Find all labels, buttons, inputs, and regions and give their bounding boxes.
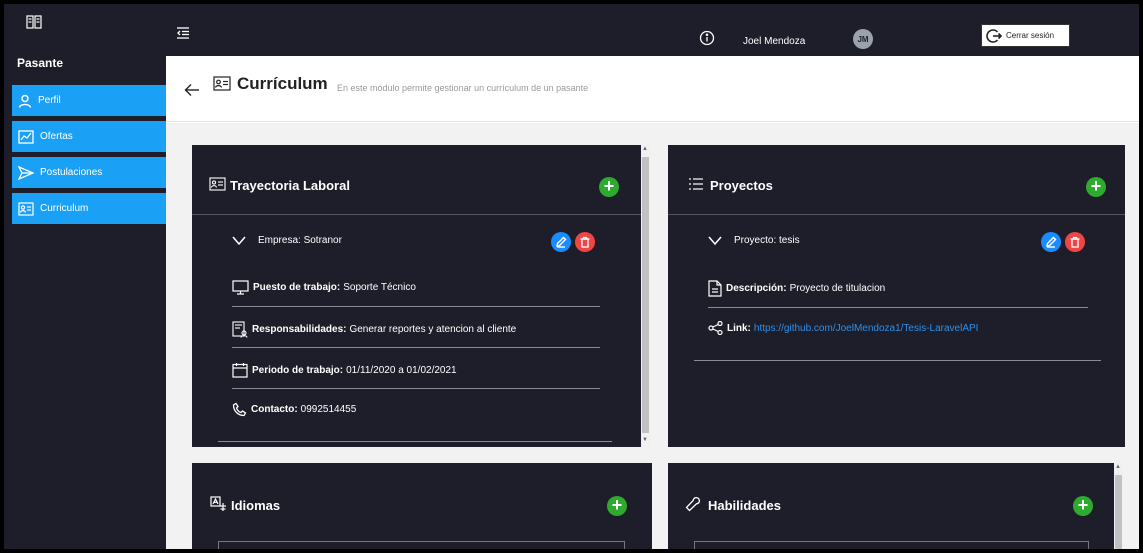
back-arrow-icon[interactable]	[184, 83, 200, 97]
inner-panel	[218, 541, 625, 549]
info-icon[interactable]	[699, 30, 715, 46]
sidebar-item-curriculum[interactable]: Curriculum	[12, 193, 166, 224]
page-subtitle: En este módulo permite gestionar un curr…	[337, 83, 589, 93]
card-title: Proyectos	[710, 178, 773, 193]
scrollbar[interactable]: ▲ ▼	[641, 145, 650, 447]
phone-icon	[232, 402, 247, 417]
logout-button[interactable]: Cerrar sesión	[981, 24, 1070, 47]
app-frame: Pasante Perfil Ofertas Postulaciones Cur…	[0, 0, 1143, 553]
sidebar-item-label: Perfil	[38, 95, 61, 106]
trash-icon	[580, 236, 590, 248]
edit-button[interactable]	[551, 232, 571, 252]
wrench-icon	[685, 496, 701, 512]
card-idiomas: Idiomas +	[192, 463, 652, 549]
field-contacto: Contacto: 0992514455	[232, 402, 356, 417]
field-puesto: Puesto de trabajo: Soporte Técnico	[232, 280, 416, 295]
add-proyecto-button[interactable]: +	[1086, 177, 1106, 197]
divider	[232, 306, 600, 307]
send-icon	[18, 165, 34, 180]
card-title: Trayectoria Laboral	[230, 178, 350, 193]
sidebar-item-ofertas[interactable]: Ofertas	[12, 121, 166, 152]
share-icon	[708, 321, 723, 335]
id-card-icon	[209, 177, 226, 191]
card-proyectos: Proyectos + Proyecto: tesis Descripción:…	[668, 145, 1125, 447]
entry-label: Empresa: Sotranor	[258, 235, 342, 246]
chart-icon	[18, 129, 34, 144]
id-card-icon	[213, 76, 231, 91]
list-icon	[689, 178, 703, 190]
sidebar-item-perfil[interactable]: Perfil	[12, 85, 166, 116]
tasks-icon	[232, 321, 248, 338]
divider	[218, 441, 612, 442]
field-descripcion: Descripción: Proyecto de titulacion	[708, 280, 885, 297]
avatar[interactable]: JM	[853, 29, 873, 49]
project-link[interactable]: https://github.com/JoelMendoza1/Tesis-La…	[754, 323, 979, 334]
edit-button[interactable]	[1041, 232, 1061, 252]
sidebar: Pasante Perfil Ofertas Postulaciones Cur…	[4, 4, 166, 549]
scroll-down-arrow[interactable]: ▼	[642, 437, 648, 443]
divider	[708, 307, 1088, 308]
chevron-down-icon	[232, 236, 246, 245]
calendar-icon	[232, 363, 248, 378]
sidebar-item-label: Ofertas	[40, 131, 73, 142]
card-header: Trayectoria Laboral +	[192, 145, 641, 215]
translate-icon	[210, 496, 226, 511]
expand-row[interactable]: Proyecto: tesis	[708, 235, 800, 246]
scroll-up-arrow[interactable]: ▲	[642, 146, 648, 152]
sidebar-title: Pasante	[17, 56, 64, 70]
person-icon	[18, 94, 32, 108]
sidebar-item-label: Postulaciones	[40, 167, 103, 178]
scrollbar-thumb[interactable]	[1115, 475, 1122, 549]
document-icon	[708, 280, 722, 297]
scrollbar-thumb[interactable]	[642, 157, 649, 433]
sidebar-item-postulaciones[interactable]: Postulaciones	[12, 157, 166, 188]
divider	[232, 347, 600, 348]
monitor-icon	[232, 280, 249, 295]
logout-icon	[986, 28, 1002, 43]
logout-label: Cerrar sesión	[1006, 31, 1055, 40]
card-header: Proyectos +	[668, 145, 1125, 215]
chevron-down-icon	[708, 236, 722, 245]
entry-label: Proyecto: tesis	[734, 235, 800, 246]
scroll-up-arrow[interactable]: ▲	[1115, 464, 1121, 470]
field-link: Link: https://github.com/JoelMendoza1/Te…	[708, 321, 978, 335]
divider	[232, 388, 600, 389]
user-name: Joel Mendoza	[743, 36, 806, 47]
pencil-icon	[556, 236, 567, 248]
sidebar-item-label: Curriculum	[40, 203, 89, 214]
expand-row[interactable]: Empresa: Sotranor	[232, 235, 342, 246]
add-habilidad-button[interactable]: +	[1073, 496, 1093, 516]
page-title: Currículum	[237, 74, 328, 93]
divider	[694, 360, 1101, 361]
delete-button[interactable]	[575, 232, 595, 252]
field-responsabilidades: Responsabilidades: Generar reportes y at…	[232, 321, 516, 338]
delete-button[interactable]	[1065, 232, 1085, 252]
card-title: Habilidades	[708, 498, 781, 513]
id-card-icon	[18, 201, 34, 216]
book-icon	[26, 15, 42, 29]
add-idioma-button[interactable]: +	[607, 496, 627, 516]
card-habilidades: Habilidades +	[668, 463, 1114, 549]
trash-icon	[1070, 236, 1080, 248]
menu-collapse-icon[interactable]	[176, 26, 190, 40]
add-trayectoria-button[interactable]: +	[599, 177, 619, 197]
card-trayectoria-laboral: Trayectoria Laboral + Empresa: Sotranor …	[192, 145, 641, 447]
field-periodo: Periodo de trabajo: 01/11/2020 a 01/02/2…	[232, 362, 457, 378]
pencil-icon	[1046, 236, 1057, 248]
scrollbar[interactable]: ▲	[1114, 463, 1123, 549]
card-title: Idiomas	[231, 498, 281, 513]
inner-panel	[694, 541, 1089, 549]
